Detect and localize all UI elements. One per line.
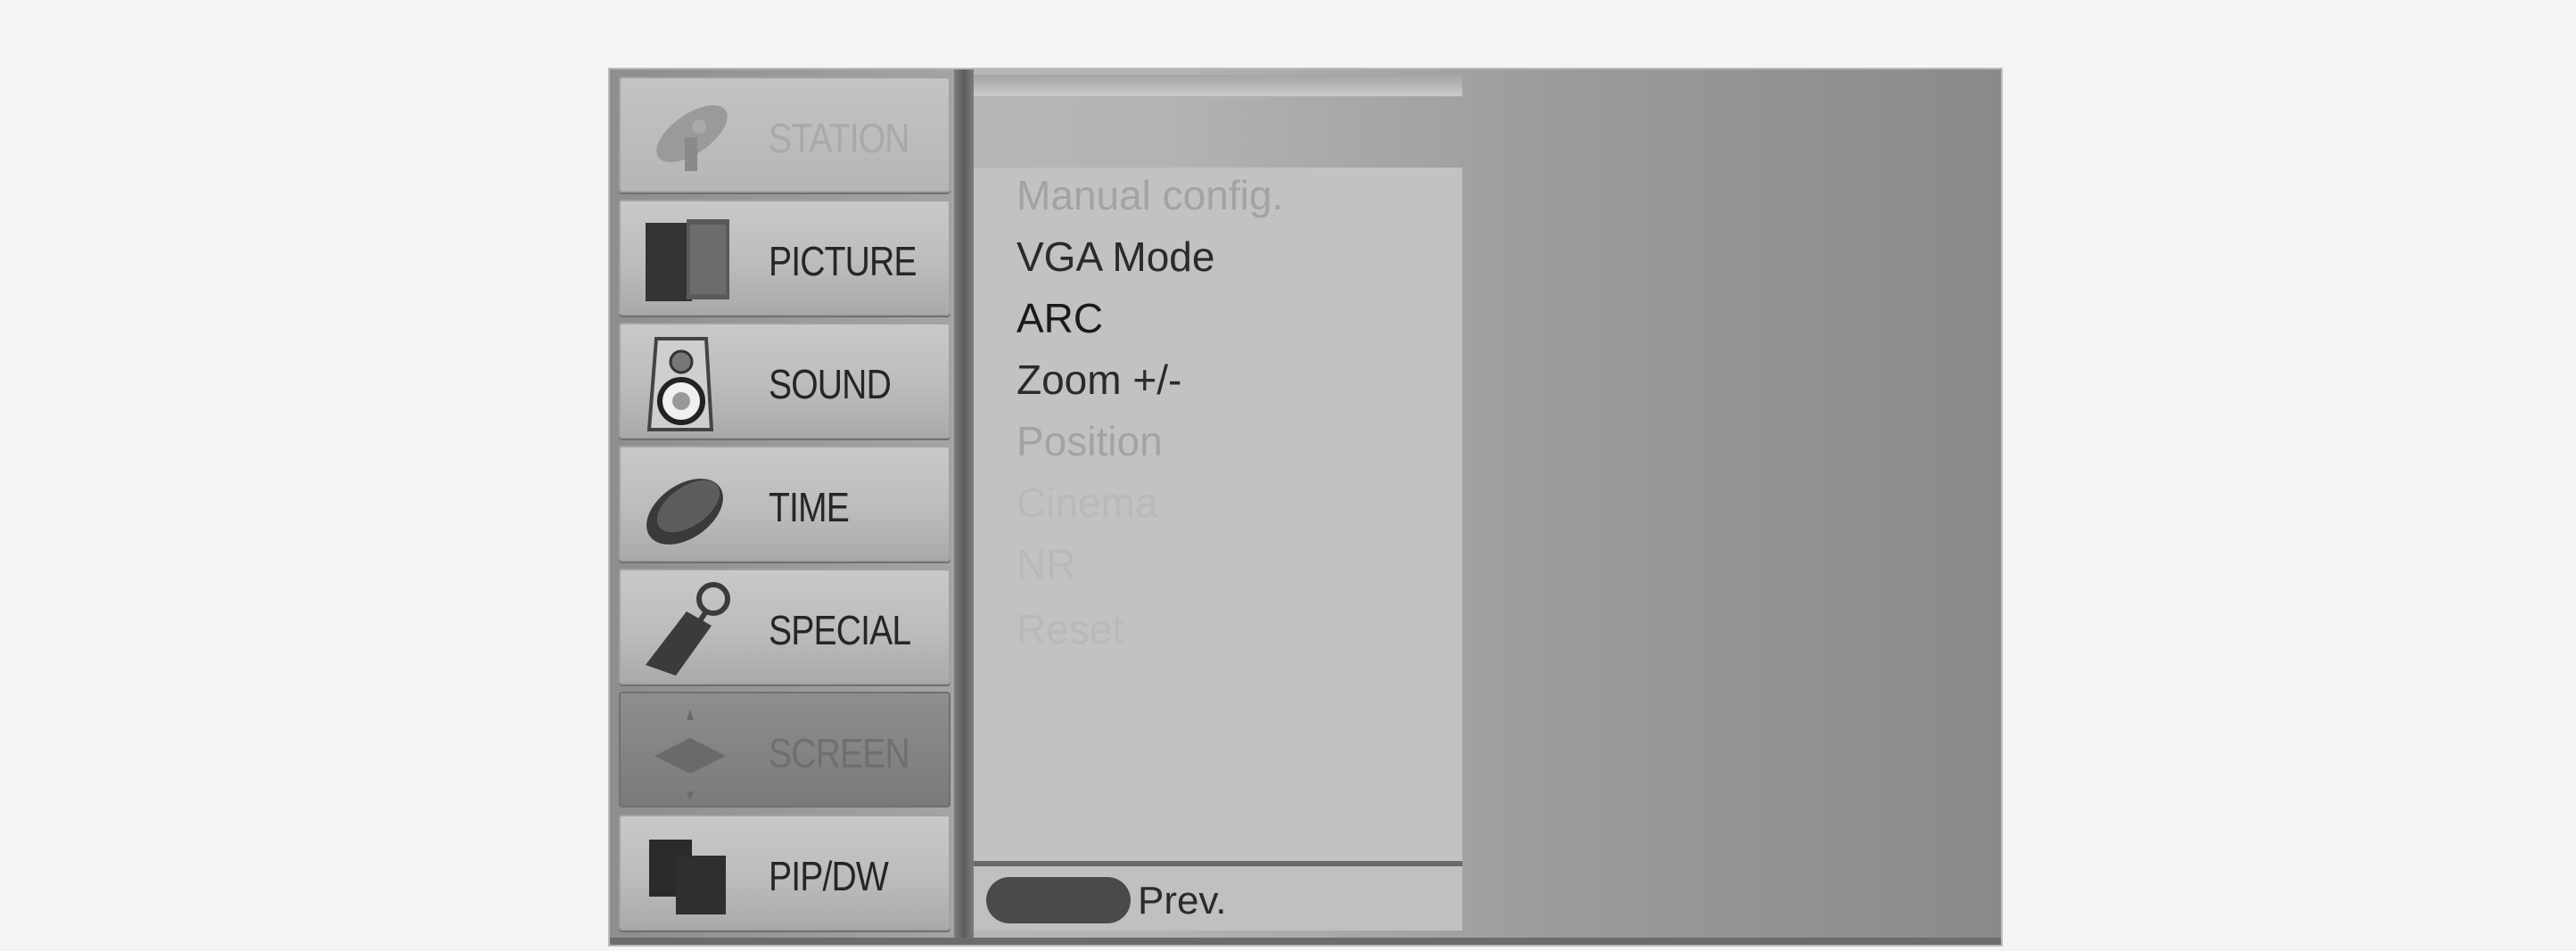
- speaker-icon: [646, 337, 714, 431]
- menu-item-time[interactable]: TIME: [619, 446, 951, 562]
- submenu-item-reset[interactable]: Reset: [1016, 605, 1123, 653]
- submenu-top-strip: [974, 75, 1462, 96]
- menu-item-label: PIP/DW: [769, 853, 889, 899]
- submenu-item-zoom[interactable]: Zoom +/-: [1016, 356, 1181, 404]
- menu-item-picture[interactable]: PICTURE: [619, 200, 951, 316]
- satellite-dish-icon: [656, 105, 728, 171]
- tag-icon: [646, 582, 730, 676]
- submenu-item-position[interactable]: Position: [1016, 417, 1163, 465]
- submenu-item-nr[interactable]: NR: [1016, 540, 1075, 588]
- menu-item-label: PICTURE: [769, 238, 918, 284]
- panel-divider: [954, 70, 974, 945]
- pip-icon: [649, 840, 726, 914]
- menu-item-special[interactable]: SPECIAL: [619, 569, 951, 685]
- menu-item-label: STATION: [769, 115, 910, 161]
- menu-item-screen[interactable]: SCREEN: [619, 692, 951, 808]
- menu-item-pip-dw[interactable]: PIP/DW: [619, 815, 951, 931]
- submenu-item-arc[interactable]: ARC: [1016, 294, 1103, 342]
- submenu-item-manual-config[interactable]: Manual config.: [1016, 171, 1283, 219]
- menu-item-label: SOUND: [769, 361, 892, 407]
- menu-item-sound[interactable]: SOUND: [619, 323, 951, 439]
- menu-item-station[interactable]: STATION: [619, 77, 951, 193]
- prev-label: Prev.: [1138, 879, 1227, 922]
- submenu-item-cinema[interactable]: Cinema: [1016, 479, 1158, 527]
- prev-button[interactable]: [986, 877, 1131, 923]
- menu-item-label: TIME: [769, 484, 850, 530]
- submenu-item-vga-mode[interactable]: VGA Mode: [1016, 233, 1214, 281]
- clock-icon: [646, 479, 723, 545]
- osd-bottom-edge: [610, 938, 2001, 945]
- screen-arrows-icon: [654, 709, 726, 800]
- menu-item-label: SCREEN: [769, 730, 910, 776]
- menu-item-label: SPECIAL: [769, 607, 911, 653]
- picture-icon: [646, 219, 729, 301]
